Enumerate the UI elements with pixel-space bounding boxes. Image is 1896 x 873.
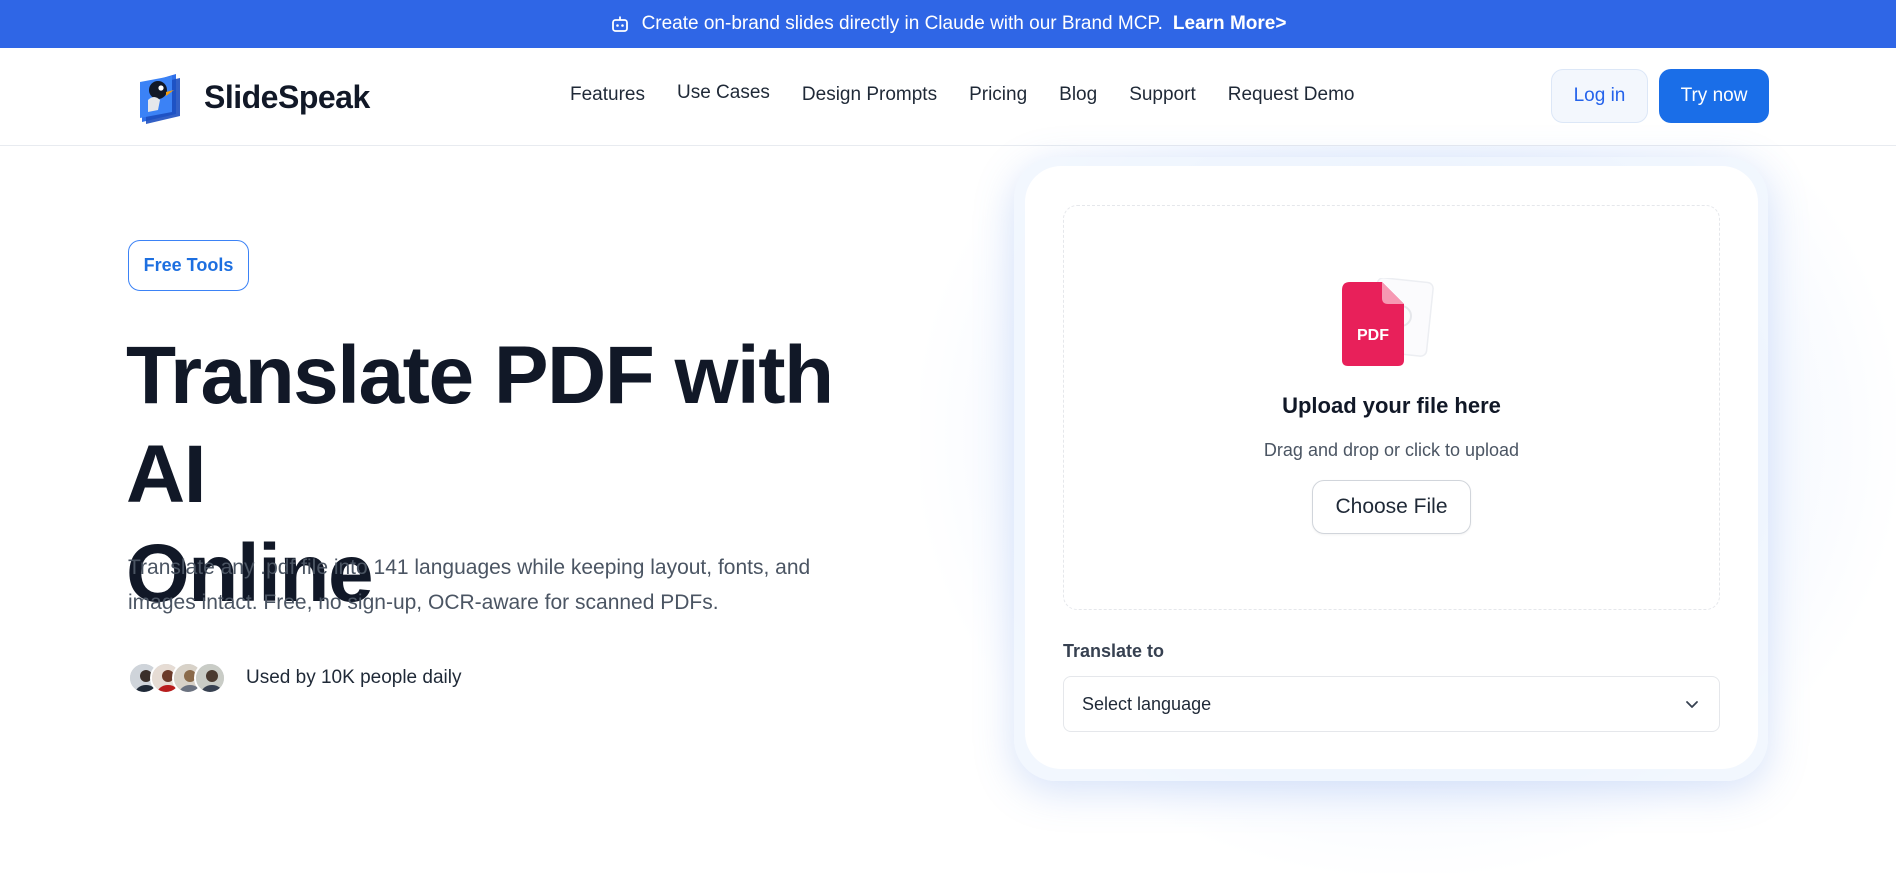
nav-support[interactable]: Support	[1129, 84, 1196, 106]
nav-request-demo[interactable]: Request Demo	[1228, 84, 1355, 106]
robot-icon	[610, 14, 630, 34]
free-tools-badge[interactable]: Free Tools	[128, 240, 249, 291]
chevron-down-icon	[1686, 701, 1698, 708]
login-button[interactable]: Log in	[1551, 69, 1648, 123]
nav-blog[interactable]: Blog	[1059, 84, 1097, 106]
nav-use-cases[interactable]: Use Cases	[677, 82, 770, 104]
subtitle-line-2: images intact. Free, no sign-up, OCR-awa…	[128, 591, 719, 614]
logo[interactable]: SlideSpeak	[136, 70, 370, 124]
social-proof: Used by 10K people daily	[128, 662, 461, 694]
nav-pricing[interactable]: Pricing	[969, 84, 1027, 106]
promo-banner: Create on-brand slides directly in Claud…	[0, 0, 1896, 48]
choose-file-button[interactable]: Choose File	[1312, 480, 1471, 534]
translate-to-label: Translate to	[1063, 641, 1165, 661]
nav-design-prompts[interactable]: Design Prompts	[802, 84, 937, 106]
hero-subtitle: Translate any .pdf file into 141 languag…	[128, 550, 888, 620]
try-now-button[interactable]: Try now	[1659, 69, 1769, 123]
avatar	[194, 662, 226, 694]
language-select-value: Select language	[1082, 693, 1212, 714]
pdf-badge-text: PDF	[1357, 327, 1389, 344]
main-nav: Features Use Cases Design Prompts Pricin…	[570, 82, 1386, 106]
title-line-1: Translate PDF with AI	[126, 330, 834, 520]
users-count-text: Used by 10K people daily	[246, 667, 462, 688]
subtitle-line-1: Translate any .pdf file into 141 languag…	[128, 556, 811, 579]
slidespeak-logo-icon	[140, 74, 180, 124]
banner-text: Create on-brand slides directly in Claud…	[641, 13, 1163, 34]
nav-features[interactable]: Features	[570, 84, 645, 106]
logo-text: SlideSpeak	[204, 78, 370, 115]
site-header: SlideSpeak Features Use Cases Design Pro…	[0, 48, 1896, 146]
language-select[interactable]: Select language	[1063, 676, 1720, 732]
avatar-group	[128, 662, 226, 694]
learn-more-link[interactable]: Learn More>	[1173, 13, 1287, 35]
upload-subtitle: Drag and drop or click to upload	[1263, 440, 1520, 460]
upload-title: Upload your file here	[1282, 393, 1501, 418]
pdf-file-icon: PDF	[1342, 278, 1434, 366]
